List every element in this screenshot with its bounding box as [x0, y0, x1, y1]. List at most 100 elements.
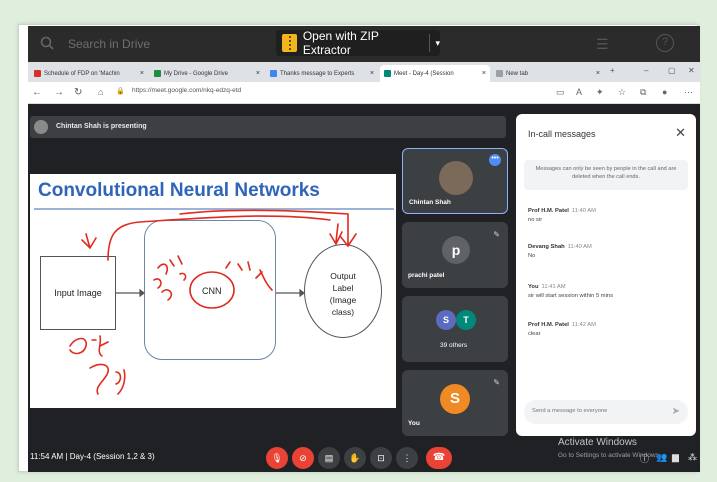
profile-icon[interactable]: ● — [662, 87, 667, 97]
zip-file-icon — [282, 34, 297, 52]
captions-button[interactable]: ▤ — [318, 447, 340, 469]
window-close-icon[interactable]: ✕ — [688, 66, 695, 75]
participant-tile-chintan[interactable]: ••• Chintan Shah — [402, 148, 508, 214]
in-call-messages-panel: In-call messages ✕ Messages can only be … — [516, 114, 696, 436]
avatar: p — [442, 236, 470, 264]
sender-name: Prof H.M. Patel — [528, 322, 569, 328]
avatar: S — [436, 310, 456, 330]
new-tab-icon — [496, 70, 503, 77]
close-icon[interactable]: × — [137, 70, 144, 77]
drive-search-input[interactable]: Search in Drive — [68, 37, 150, 51]
minimize-icon[interactable]: – — [644, 66, 648, 75]
close-icon[interactable]: ✕ — [675, 125, 686, 141]
chevron-down-icon[interactable]: ▾ — [435, 38, 440, 49]
tab-schedule[interactable]: Schedule of FDP on 'Machin × — [30, 65, 148, 82]
menu-icon[interactable]: ⋯ — [684, 87, 693, 98]
read-aloud-icon[interactable]: A — [576, 87, 582, 97]
close-icon[interactable]: × — [253, 70, 260, 77]
extensions-icon[interactable]: ✦ — [596, 87, 604, 98]
avatar — [34, 120, 48, 134]
tab-meet[interactable]: Meet - Day-4 (Session × — [380, 65, 490, 82]
divider — [428, 34, 430, 52]
people-icon[interactable]: 👥 — [656, 452, 667, 463]
reload-icon[interactable]: ↻ — [74, 87, 82, 98]
present-screen-button[interactable]: ⊡ — [370, 447, 392, 469]
url-field[interactable]: https://meet.google.com/nkq-edzq-etd — [132, 87, 241, 94]
participant-name: Chintan Shah — [409, 199, 451, 206]
chat-icon[interactable]: ▆ — [672, 452, 679, 463]
forward-icon[interactable]: → — [54, 87, 64, 98]
address-bar: ← → ↻ ⌂ 🔒 https://meet.google.com/nkq-ed… — [28, 82, 700, 104]
raise-hand-button[interactable]: ✋ — [344, 447, 366, 469]
close-icon[interactable]: × — [367, 70, 374, 77]
presenting-text: Chintan Shah is presenting — [56, 123, 147, 130]
message-time: 11:41 AM — [541, 284, 566, 290]
avatar: S — [440, 384, 470, 414]
tab-new-tab[interactable]: New tab × — [492, 65, 604, 82]
mic-off-button[interactable]: 🎙 — [266, 447, 288, 469]
lock-icon: 🔒 — [116, 88, 125, 95]
message-time: 11:40 AM — [571, 208, 596, 214]
meet-icon — [384, 70, 391, 77]
message-text: sir will start session within 5 mins — [528, 293, 614, 299]
avatar — [439, 161, 473, 195]
zip-button-label: Open with ZIP Extractor — [302, 29, 379, 57]
panel-title: In-call messages — [528, 129, 596, 139]
message-time: 11:42 AM — [571, 322, 596, 328]
drive-top-bar: Search in Drive Open with ZIP Extractor … — [28, 26, 700, 62]
message-text: No — [528, 253, 536, 259]
camera-off-button[interactable]: ⊘ — [292, 447, 314, 469]
camera-icon[interactable]: ▭ — [556, 87, 565, 98]
close-icon[interactable]: × — [479, 70, 486, 77]
maximize-icon[interactable]: ▢ — [668, 66, 676, 75]
close-icon[interactable]: × — [593, 70, 600, 77]
tab-my-drive[interactable]: My Drive - Google Drive × — [150, 65, 264, 82]
back-icon[interactable]: ← — [32, 87, 42, 98]
chat-message-input[interactable]: Send a message to everyone ➤ — [524, 400, 688, 424]
leave-call-button[interactable]: ☎ — [426, 447, 452, 469]
info-icon[interactable]: ⓘ — [640, 452, 649, 465]
tab-label: Thanks message to Experts — [280, 70, 355, 77]
gmail-icon — [34, 70, 41, 77]
output-line: class) — [331, 307, 355, 317]
tab-label: My Drive - Google Drive — [164, 70, 229, 77]
activities-icon[interactable]: ⁂ — [688, 452, 697, 463]
message-time: 11:40 AM — [567, 244, 592, 250]
participant-tile-self[interactable]: ✎ S You — [402, 370, 508, 436]
more-options-icon[interactable]: ••• — [489, 154, 501, 166]
browser-tab-strip: Schedule of FDP on 'Machin × My Drive - G… — [28, 62, 700, 82]
chat-message: Devang Shah 11:40 AM No — [528, 244, 688, 259]
favorite-star-icon[interactable]: ☆ — [618, 87, 626, 98]
more-options-button[interactable]: ⋮ — [396, 447, 418, 469]
output-line: Output — [330, 271, 356, 281]
sliders-icon[interactable]: ☰ — [596, 36, 609, 53]
tab-label: New tab — [506, 70, 529, 77]
participant-tile-others[interactable]: S T 39 others — [402, 296, 508, 362]
tab-label: Meet - Day-4 (Session — [394, 70, 454, 77]
chat-input-placeholder: Send a message to everyone — [532, 408, 608, 414]
new-tab-plus-icon[interactable]: + — [610, 66, 615, 75]
participant-name: prachi patel — [408, 272, 445, 279]
open-with-zip-extractor-button[interactable]: Open with ZIP Extractor ▾ — [276, 29, 440, 57]
send-icon[interactable]: ➤ — [672, 406, 680, 417]
output-line: (Image — [329, 295, 357, 305]
tab-thanks-message[interactable]: Thanks message to Experts × — [266, 65, 378, 82]
participant-tile-prachi[interactable]: ✎ p prachi patel — [402, 222, 508, 288]
help-icon[interactable]: ? — [656, 34, 674, 52]
message-text: clear — [528, 331, 541, 337]
chat-message: Prof H.M. Patel 11:40 AM no sir — [528, 208, 688, 223]
search-icon[interactable] — [40, 36, 54, 50]
tab-label: Schedule of FDP on 'Machin — [44, 70, 120, 77]
sender-name: Devang Shah — [528, 244, 565, 250]
chat-message: Prof H.M. Patel 11:42 AM clear — [528, 322, 688, 337]
output-line: Label — [332, 283, 354, 293]
drive-icon — [154, 70, 161, 77]
home-icon[interactable]: ⌂ — [98, 87, 103, 97]
avatar: T — [456, 310, 476, 330]
message-text: no sir — [528, 217, 543, 223]
collections-icon[interactable]: ⧉ — [640, 87, 646, 98]
chat-notice: Messages can only be seen by people in t… — [524, 160, 688, 190]
shared-slide: Convolutional Neural Networks Input Imag… — [30, 174, 396, 408]
chat-message: You 11:41 AM sir will start session withi… — [528, 284, 688, 299]
presenter-banner: Chintan Shah is presenting — [30, 116, 506, 138]
